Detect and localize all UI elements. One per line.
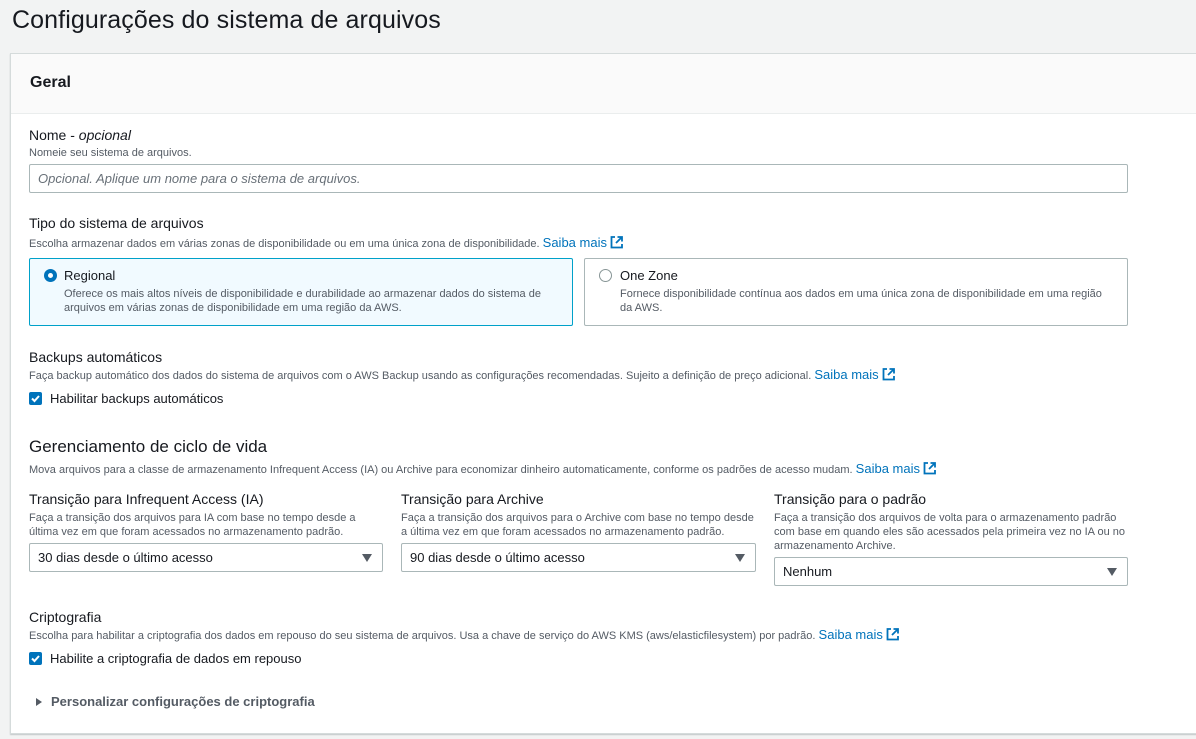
one-zone-description: Fornece disponibilidade contínua aos dad… bbox=[620, 288, 1102, 314]
ia-transition-label: Transição para Infrequent Access (IA) bbox=[29, 491, 264, 507]
backups-learn-more-link[interactable]: Saiba mais bbox=[814, 367, 895, 382]
standard-transition-value: Nenhum bbox=[783, 564, 833, 579]
regional-option-tile[interactable]: Regional Oferece os mais altos níveis de… bbox=[29, 258, 573, 326]
caret-right-icon[interactable] bbox=[36, 698, 42, 706]
lifecycle-learn-more-text: Saiba mais bbox=[855, 461, 920, 476]
fs-type-label: Tipo do sistema de arquivos bbox=[29, 215, 204, 231]
caret-down-icon bbox=[362, 554, 372, 562]
external-link-icon bbox=[882, 368, 895, 381]
encryption-description: Escolha para habilitar a criptografia do… bbox=[29, 630, 816, 642]
name-label-text: Nome - bbox=[29, 127, 79, 143]
regional-title: Regional bbox=[64, 268, 116, 283]
fs-type-description: Escolha armazenar dados em várias zonas … bbox=[29, 238, 540, 250]
check-icon bbox=[31, 395, 40, 403]
fs-type-description-row: Escolha armazenar dados em várias zonas … bbox=[29, 236, 623, 251]
encryption-label: Criptografia bbox=[29, 609, 102, 625]
backups-learn-more-text: Saiba mais bbox=[814, 367, 879, 382]
standard-transition-label: Transição para o padrão bbox=[774, 491, 927, 507]
name-description: Nomeie seu sistema de arquivos. bbox=[29, 147, 192, 159]
encryption-learn-more-text: Saiba mais bbox=[818, 627, 883, 642]
name-label-optional: opcional bbox=[78, 127, 131, 143]
backups-checkbox-label[interactable]: Habilitar backups automáticos bbox=[50, 391, 223, 406]
fs-type-learn-more-link[interactable]: Saiba mais bbox=[543, 235, 623, 250]
name-input[interactable]: Opcional. Aplique um nome para o sistema… bbox=[29, 164, 1128, 193]
lifecycle-heading: Gerenciamento de ciclo de vida bbox=[29, 437, 268, 456]
ia-transition-value: 30 dias desde o último acesso bbox=[38, 550, 213, 565]
encryption-description-row: Escolha para habilitar a criptografia do… bbox=[29, 628, 899, 643]
backups-description: Faça backup automático dos dados do sist… bbox=[29, 370, 812, 382]
one-zone-radio[interactable] bbox=[599, 269, 612, 282]
external-link-icon bbox=[610, 236, 623, 249]
one-zone-title: One Zone bbox=[620, 268, 678, 283]
lifecycle-description-row: Mova arquivos para a classe de armazenam… bbox=[29, 462, 936, 477]
ia-transition-description: Faça a transição dos arquivos para IA co… bbox=[29, 512, 356, 538]
encryption-learn-more-link[interactable]: Saiba mais bbox=[819, 627, 899, 642]
archive-transition-label: Transição para Archive bbox=[401, 491, 544, 507]
fs-type-learn-more-text: Saiba mais bbox=[542, 235, 607, 250]
backups-checkbox[interactable] bbox=[29, 392, 42, 405]
name-label: Nome - opcional bbox=[29, 127, 131, 143]
one-zone-option-tile[interactable]: One Zone Fornece disponibilidade contínu… bbox=[584, 258, 1128, 326]
lifecycle-description: Mova arquivos para a classe de armazenam… bbox=[29, 464, 853, 476]
standard-transition-select[interactable]: Nenhum bbox=[774, 557, 1128, 586]
caret-down-icon bbox=[1107, 568, 1117, 576]
external-link-icon bbox=[886, 628, 899, 641]
encryption-checkbox[interactable] bbox=[29, 652, 42, 665]
archive-transition-value: 90 dias desde o último acesso bbox=[410, 550, 585, 565]
archive-transition-description: Faça a transição dos arquivos para o Arc… bbox=[401, 512, 754, 538]
page-title: Configurações do sistema de arquivos bbox=[12, 6, 441, 34]
backups-label: Backups automáticos bbox=[29, 349, 163, 365]
customize-encryption-expander[interactable]: Personalizar configurações de criptograf… bbox=[51, 694, 315, 709]
caret-down-icon bbox=[735, 554, 745, 562]
lifecycle-learn-more-link[interactable]: Saiba mais bbox=[856, 461, 936, 476]
ia-transition-select[interactable]: 30 dias desde o último acesso bbox=[29, 543, 383, 572]
regional-description: Oferece os mais altos níveis de disponib… bbox=[64, 288, 541, 314]
regional-radio[interactable] bbox=[44, 269, 57, 282]
panel-header: Geral bbox=[11, 54, 1196, 114]
backups-description-row: Faça backup automático dos dados do sist… bbox=[29, 368, 895, 383]
archive-transition-select[interactable]: 90 dias desde o último acesso bbox=[401, 543, 756, 572]
check-icon bbox=[31, 655, 40, 663]
standard-transition-description: Faça a transição dos arquivos de volta p… bbox=[774, 512, 1125, 552]
encryption-checkbox-label[interactable]: Habilite a criptografia de dados em repo… bbox=[50, 651, 301, 666]
external-link-icon bbox=[923, 462, 936, 475]
